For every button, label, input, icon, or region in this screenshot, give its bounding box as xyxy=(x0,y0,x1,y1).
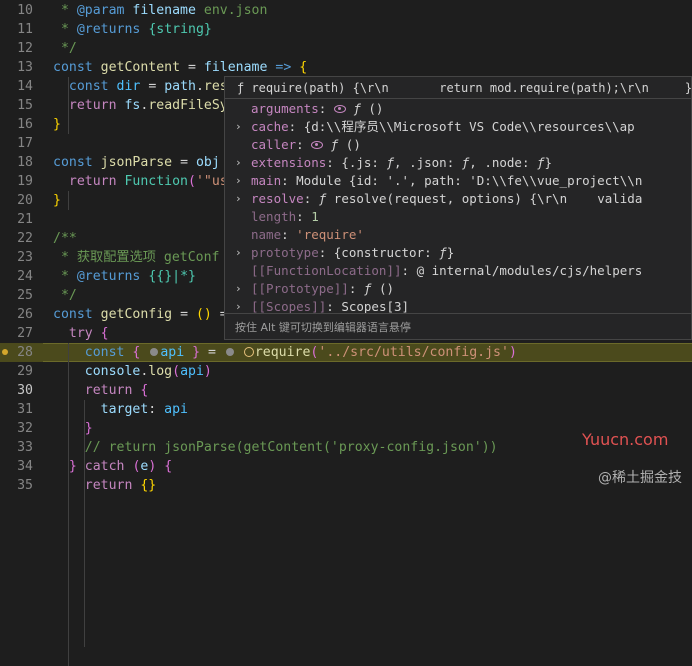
popup-property-row[interactable]: › cache: {d:\\程序员\\Microsoft VS Code\\res… xyxy=(225,118,691,136)
debug-hover-popup[interactable]: ƒ require(path) {\r\n return mod.require… xyxy=(224,76,692,340)
line-number: 24 xyxy=(17,269,33,284)
line-number: 15 xyxy=(17,98,33,113)
popup-property-row[interactable]: › prototype: {constructor: ƒ} xyxy=(225,244,691,262)
popup-header-text: ƒ require(path) {\r\n return mod.require… xyxy=(237,81,692,95)
line-number: 19 xyxy=(17,174,33,189)
line-number: 30 xyxy=(17,383,33,398)
code-text: */ xyxy=(53,41,77,56)
popup-property-row[interactable]: name: 'require' xyxy=(225,226,691,244)
property-entry: caller: ƒ () xyxy=(251,137,361,152)
line-number: 22 xyxy=(17,231,33,246)
line-number: 14 xyxy=(17,79,33,94)
expand-chevron-icon[interactable]: › xyxy=(235,154,245,172)
line-number: 13 xyxy=(17,60,33,75)
code-text: const getContent = filename => { xyxy=(53,60,308,75)
code-text: return Function('"us xyxy=(68,174,228,189)
line-number: 32 xyxy=(17,421,33,436)
code-text: const { api } = require('../src/utils/co… xyxy=(84,345,517,360)
line-number: 12 xyxy=(17,41,33,56)
site-watermark: Yuucn.com xyxy=(582,430,669,449)
code-text: const jsonParse = obj xyxy=(53,155,220,170)
line-number: 21 xyxy=(17,212,33,227)
property-entry: resolve: ƒ resolve(request, options) {\r… xyxy=(251,191,643,206)
code-text: } xyxy=(53,117,61,132)
line-number: 31 xyxy=(17,402,33,417)
line-number: 27 xyxy=(17,326,33,341)
line-number: 18 xyxy=(17,155,33,170)
line-number: 33 xyxy=(17,440,33,455)
code-line[interactable]: 10 * @param filename env.json xyxy=(0,1,692,20)
property-entry: extensions: {.js: ƒ, .json: ƒ, .node: ƒ} xyxy=(251,155,553,170)
expand-chevron-icon[interactable]: › xyxy=(235,118,245,136)
expand-chevron-icon[interactable]: › xyxy=(235,244,245,262)
code-line[interactable]: 12 */ xyxy=(0,39,692,58)
line-number: 17 xyxy=(17,136,33,151)
breakpoint-marker[interactable] xyxy=(2,349,8,355)
line-number: 35 xyxy=(17,478,33,493)
expand-chevron-icon[interactable]: › xyxy=(235,280,245,298)
code-line[interactable]: 28 const { api } = require('../src/utils… xyxy=(0,343,692,362)
indent-guide xyxy=(68,343,69,666)
popup-property-row[interactable]: › resolve: ƒ resolve(request, options) {\… xyxy=(225,190,691,208)
code-text: } xyxy=(84,421,93,436)
code-text: * 获取配置选项 getConf xyxy=(53,250,220,265)
property-entry: [[Prototype]]: ƒ () xyxy=(251,281,395,296)
code-line[interactable]: 11 * @returns {string} xyxy=(0,20,692,39)
indent-guide xyxy=(68,191,69,210)
line-number: 23 xyxy=(17,250,33,265)
code-text: } catch (e) { xyxy=(68,459,173,474)
line-number: 20 xyxy=(17,193,33,208)
code-line[interactable]: 30 return { xyxy=(0,381,692,400)
line-number: 25 xyxy=(17,288,33,303)
code-text: const getConfig = () = xyxy=(53,307,228,322)
line-number: 10 xyxy=(17,3,33,18)
property-entry: name: 'require' xyxy=(251,227,364,242)
popup-property-row[interactable]: [[FunctionLocation]]: @ internal/modules… xyxy=(225,262,691,280)
popup-footer-hint: 按住 Alt 键可切换到编辑器语言悬停 xyxy=(235,321,411,334)
popup-property-row[interactable]: arguments: ƒ () xyxy=(225,100,691,118)
code-text: try { xyxy=(68,326,109,341)
line-number: 29 xyxy=(17,364,33,379)
popup-property-row[interactable]: › main: Module {id: '.', path: 'D:\\fe\\v… xyxy=(225,172,691,190)
popup-property-row[interactable]: caller: ƒ () xyxy=(225,136,691,154)
code-text: } xyxy=(53,193,61,208)
expand-chevron-icon[interactable]: › xyxy=(235,172,245,190)
code-line[interactable]: 35 return {} xyxy=(0,476,692,495)
code-text: console.log(api) xyxy=(84,364,212,379)
code-text: // return jsonParse(getContent('proxy-co… xyxy=(84,440,498,455)
property-entry: arguments: ƒ () xyxy=(251,101,384,116)
expand-chevron-icon[interactable]: › xyxy=(235,190,245,208)
popup-property-row[interactable]: › extensions: {.js: ƒ, .json: ƒ, .node: ƒ… xyxy=(225,154,691,172)
indent-guide xyxy=(84,400,85,647)
code-text: return fs.readFileSy xyxy=(68,98,228,113)
property-entry: [[FunctionLocation]]: @ internal/modules… xyxy=(251,263,643,278)
code-line[interactable]: 29 console.log(api) xyxy=(0,362,692,381)
popup-property-row[interactable]: length: 1 xyxy=(225,208,691,226)
code-text: */ xyxy=(53,288,77,303)
code-text: * @param filename env.json xyxy=(53,3,268,18)
line-number: 34 xyxy=(17,459,33,474)
code-text: target: api xyxy=(100,402,188,417)
property-entry: cache: {d:\\程序员\\Microsoft VS Code\\reso… xyxy=(251,119,635,134)
popup-footer: 按住 Alt 键可切换到编辑器语言悬停 xyxy=(225,313,691,339)
juejin-watermark: @稀土掘金技 xyxy=(598,470,682,486)
code-text: * @returns {string} xyxy=(53,22,212,37)
code-line[interactable]: 34 } catch (e) { xyxy=(0,457,692,476)
property-entry: prototype: {constructor: ƒ} xyxy=(251,245,455,260)
code-text: /** xyxy=(53,231,77,246)
code-text: * @returns {{}|*} xyxy=(53,269,196,284)
popup-property-row[interactable]: › [[Prototype]]: ƒ () xyxy=(225,280,691,298)
property-entry: main: Module {id: '.', path: 'D:\\fe\\vu… xyxy=(251,173,643,188)
popup-header: ƒ require(path) {\r\n return mod.require… xyxy=(225,77,691,99)
code-text: const dir = path.res xyxy=(68,79,228,94)
code-line[interactable]: 31 target: api xyxy=(0,400,692,419)
code-line[interactable]: 13 const getContent = filename => { xyxy=(0,58,692,77)
line-number: 26 xyxy=(17,307,33,322)
property-entry: length: 1 xyxy=(251,209,319,224)
line-number: 11 xyxy=(17,22,33,37)
indent-guide xyxy=(68,77,69,134)
line-number: 16 xyxy=(17,117,33,132)
